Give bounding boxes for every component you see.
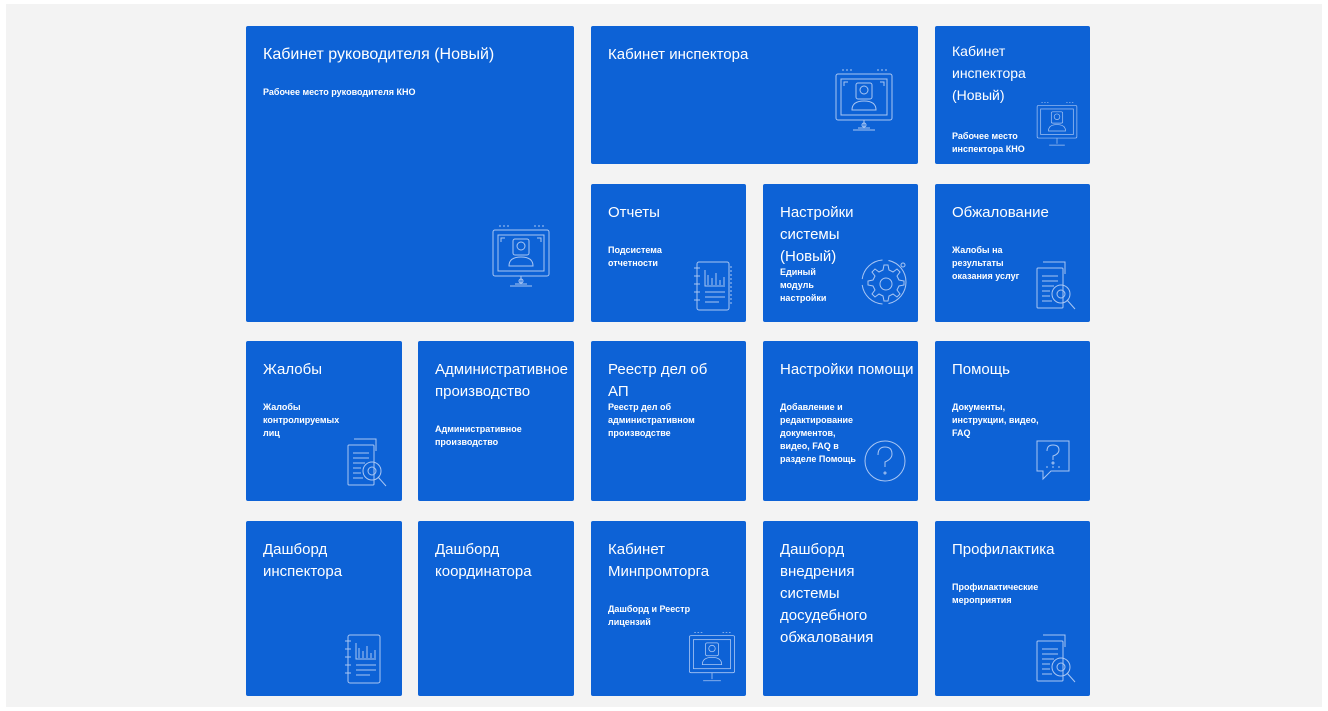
tile-nastroyki-sistemy[interactable]: Настройки системы (Новый) Единый модуль … (763, 184, 918, 322)
tile-title: Обжалование (952, 204, 1049, 221)
tile-description: Рабочее место руководителя КНО (263, 87, 416, 97)
tile-profilaktika[interactable]: Профилактика Профилактические мероприяти… (935, 521, 1090, 696)
tile-description: Жалобы на результаты оказания услуг (952, 245, 1020, 281)
tile-description: Единый модуль настройки (780, 267, 827, 303)
gear-icon (859, 256, 909, 308)
tile-title: Настройки помощи (780, 361, 914, 378)
tile-description: Документы, инструкции, видео, FAQ (952, 402, 1039, 438)
tile-title: Реестр дел об АП (608, 361, 708, 400)
tile-description: Административное производство (435, 424, 522, 447)
tile-title: Дашборд внедрения системы досудебного об… (780, 541, 874, 646)
tile-zhaloby[interactable]: Жалобы Жалобы контролируемых лиц (246, 341, 402, 501)
tile-kabinet-minpromtorga[interactable]: Кабинет Минпромторга Дашборд и Реестр ли… (591, 521, 746, 696)
tile-kabinet-inspektora-new[interactable]: Кабинет инспектора (Новый) Рабочее место… (935, 26, 1090, 164)
report-chart-icon (344, 631, 386, 687)
tile-title: Дашборд инспектора (263, 541, 343, 580)
monitor-person-icon (1035, 98, 1079, 154)
tile-description: Профилактические мероприятия (952, 582, 1039, 605)
question-chat-icon (1033, 437, 1073, 485)
tile-description: Рабочее место инспектора КНО (952, 131, 1025, 154)
document-search-icon (1033, 631, 1079, 687)
tile-description: Жалобы контролируемых лиц (263, 402, 340, 438)
tile-title: Кабинет руководителя (Новый) (263, 46, 495, 63)
monitor-person-icon (490, 222, 552, 296)
tile-title: Дашборд координатора (435, 541, 532, 580)
tile-title: Отчеты (608, 204, 660, 221)
tile-title: Помощь (952, 361, 1010, 378)
report-chart-icon (693, 258, 735, 314)
tile-description: Дашборд и Реестр лицензий (608, 604, 691, 627)
tile-title: Кабинет Минпромторга (608, 541, 710, 580)
tile-otchety[interactable]: Отчеты Подсистема отчетности (591, 184, 746, 322)
tile-obzhalovanie[interactable]: Обжалование Жалобы на результаты оказани… (935, 184, 1090, 322)
tile-title: Жалобы (263, 361, 322, 378)
tile-dashbord-vnedreniya[interactable]: Дашборд внедрения системы досудебного об… (763, 521, 918, 696)
tile-dashbord-koordinatora[interactable]: Дашборд координатора (418, 521, 574, 696)
question-circle-icon (863, 437, 907, 485)
tile-title: Кабинет инспектора (608, 46, 749, 63)
tile-pomoshch[interactable]: Помощь Документы, инструкции, видео, FAQ (935, 341, 1090, 501)
tile-kabinet-rukovoditelya[interactable]: Кабинет руководителя (Новый) Рабочее мес… (246, 26, 574, 322)
tile-admin-proizvodstvo[interactable]: Административное производство Администра… (418, 341, 574, 501)
tile-dashbord-inspektora[interactable]: Дашборд инспектора (246, 521, 402, 696)
tile-kabinet-inspektora[interactable]: Кабинет инспектора (591, 26, 918, 164)
tile-description: Добавление и редактирование документов, … (780, 402, 856, 464)
monitor-person-icon (833, 66, 895, 140)
tile-nastroyki-pomoshchi[interactable]: Настройки помощи Добавление и редактиров… (763, 341, 918, 501)
tile-description: Подсистема отчетности (608, 245, 662, 268)
document-search-icon (1033, 258, 1079, 314)
tile-reestr-del[interactable]: Реестр дел об АП Реестр дел об администр… (591, 341, 746, 501)
tile-description: Реестр дел об административном производс… (608, 402, 695, 438)
tile-title: Профилактика (952, 541, 1055, 558)
tile-title: Административное производство (435, 361, 569, 400)
document-search-icon (344, 435, 390, 491)
tile-title: Кабинет инспектора (Новый) (952, 43, 1026, 103)
monitor-person-icon (687, 629, 737, 689)
